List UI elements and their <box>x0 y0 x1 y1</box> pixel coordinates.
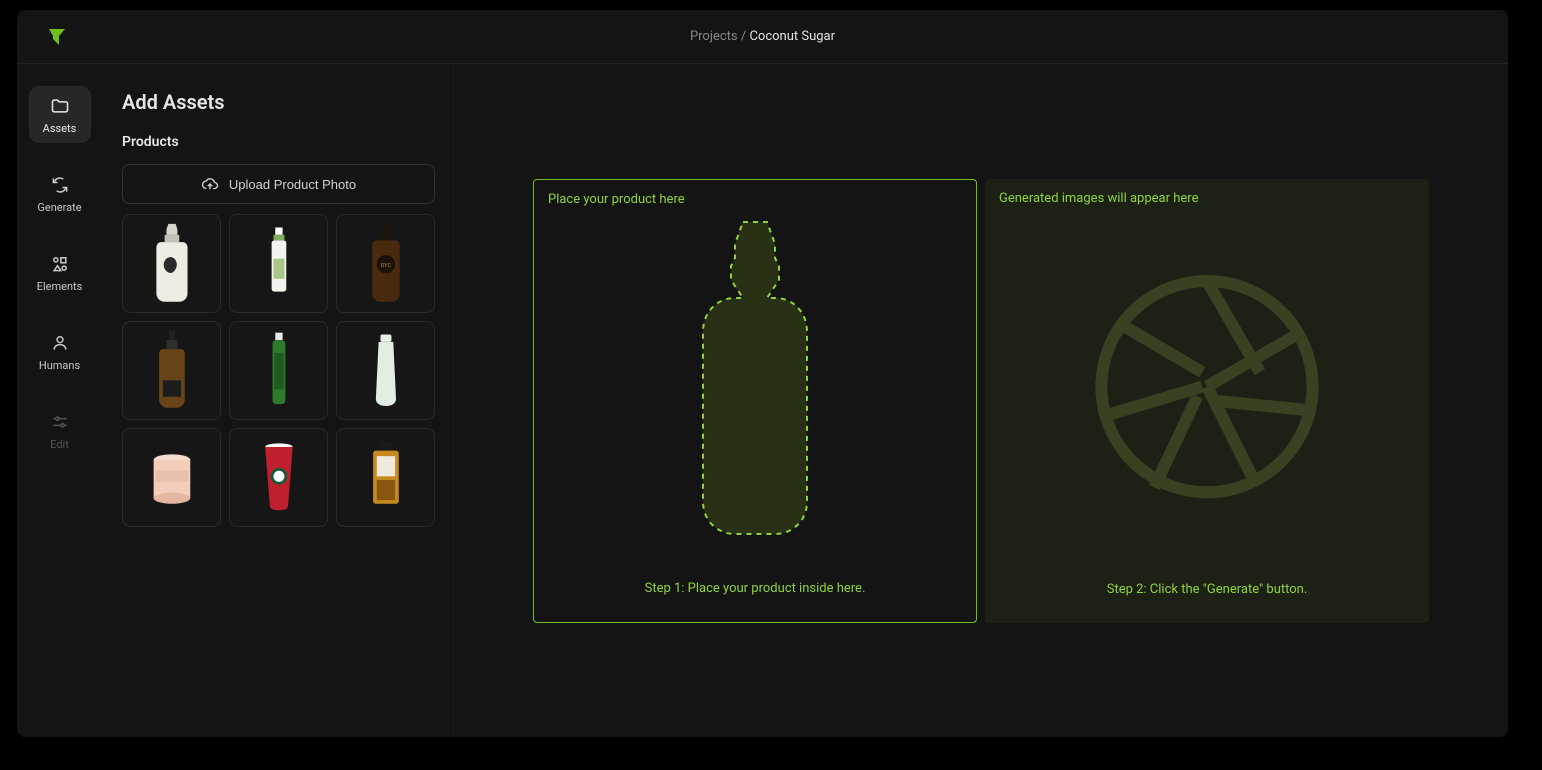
folder-icon <box>50 96 70 116</box>
top-bar: Projects / Coconut Sugar <box>17 10 1508 64</box>
sidebar-section-label: Products <box>122 134 435 150</box>
nav-label: Generate <box>37 201 81 214</box>
sidebar: Add Assets Products Upload Product Photo… <box>102 64 454 737</box>
generated-zone: Generated images will appear here Step 2… <box>985 179 1429 623</box>
shapes-icon <box>50 254 70 274</box>
product-zone-label: Place your product here <box>548 192 685 207</box>
generated-zone-step: Step 2: Click the "Generate" button. <box>985 582 1429 597</box>
nav-item-assets[interactable]: Assets <box>29 86 91 143</box>
cloud-upload-icon <box>201 175 219 193</box>
bottle-outline-icon <box>665 216 845 546</box>
app-window: Projects / Coconut Sugar Assets Generate… <box>17 10 1508 737</box>
app-body: Assets Generate Elements Humans Edit Add… <box>17 64 1508 737</box>
product-thumb-candle[interactable] <box>122 428 221 527</box>
app-logo[interactable] <box>45 25 69 49</box>
svg-text:DYC: DYC <box>380 263 391 269</box>
generated-zone-label: Generated images will appear here <box>999 191 1198 206</box>
nav-item-generate[interactable]: Generate <box>29 165 91 222</box>
breadcrumb-root[interactable]: Projects <box>690 29 738 44</box>
canvas-area: Place your product here Step 1: Place yo… <box>454 64 1508 737</box>
nav-rail: Assets Generate Elements Humans Edit <box>17 64 102 737</box>
breadcrumb-current[interactable]: Coconut Sugar <box>749 29 835 44</box>
nav-label: Elements <box>37 280 83 293</box>
product-thumb-white-dropper[interactable] <box>122 214 221 313</box>
sliders-icon <box>50 412 70 432</box>
refresh-icon <box>50 175 70 195</box>
aperture-icon <box>1087 266 1327 506</box>
nav-item-edit: Edit <box>29 402 91 459</box>
product-thumb-whisky[interactable]: DYC <box>336 214 435 313</box>
nav-label: Assets <box>43 122 77 135</box>
product-thumb-white-tube[interactable] <box>336 321 435 420</box>
product-thumb-spray[interactable] <box>229 214 328 313</box>
breadcrumb-separator: / <box>738 29 750 44</box>
nav-item-humans[interactable]: Humans <box>29 323 91 380</box>
nav-item-elements[interactable]: Elements <box>29 244 91 301</box>
nav-label: Humans <box>39 359 80 372</box>
breadcrumb: Projects / Coconut Sugar <box>690 29 835 44</box>
product-drop-zone[interactable]: Place your product here Step 1: Place yo… <box>533 179 977 623</box>
sidebar-title: Add Assets <box>122 90 435 114</box>
product-thumb-perfume[interactable] <box>336 428 435 527</box>
product-thumb-amber-serum[interactable] <box>122 321 221 420</box>
product-thumb-starbucks-cup[interactable] <box>229 428 328 527</box>
product-grid: DYC <box>122 214 435 527</box>
product-thumb-green-bottle[interactable] <box>229 321 328 420</box>
upload-product-button[interactable]: Upload Product Photo <box>122 164 435 204</box>
person-icon <box>50 333 70 353</box>
upload-button-label: Upload Product Photo <box>229 177 356 192</box>
nav-label: Edit <box>50 438 69 451</box>
product-zone-step: Step 1: Place your product inside here. <box>534 581 976 596</box>
